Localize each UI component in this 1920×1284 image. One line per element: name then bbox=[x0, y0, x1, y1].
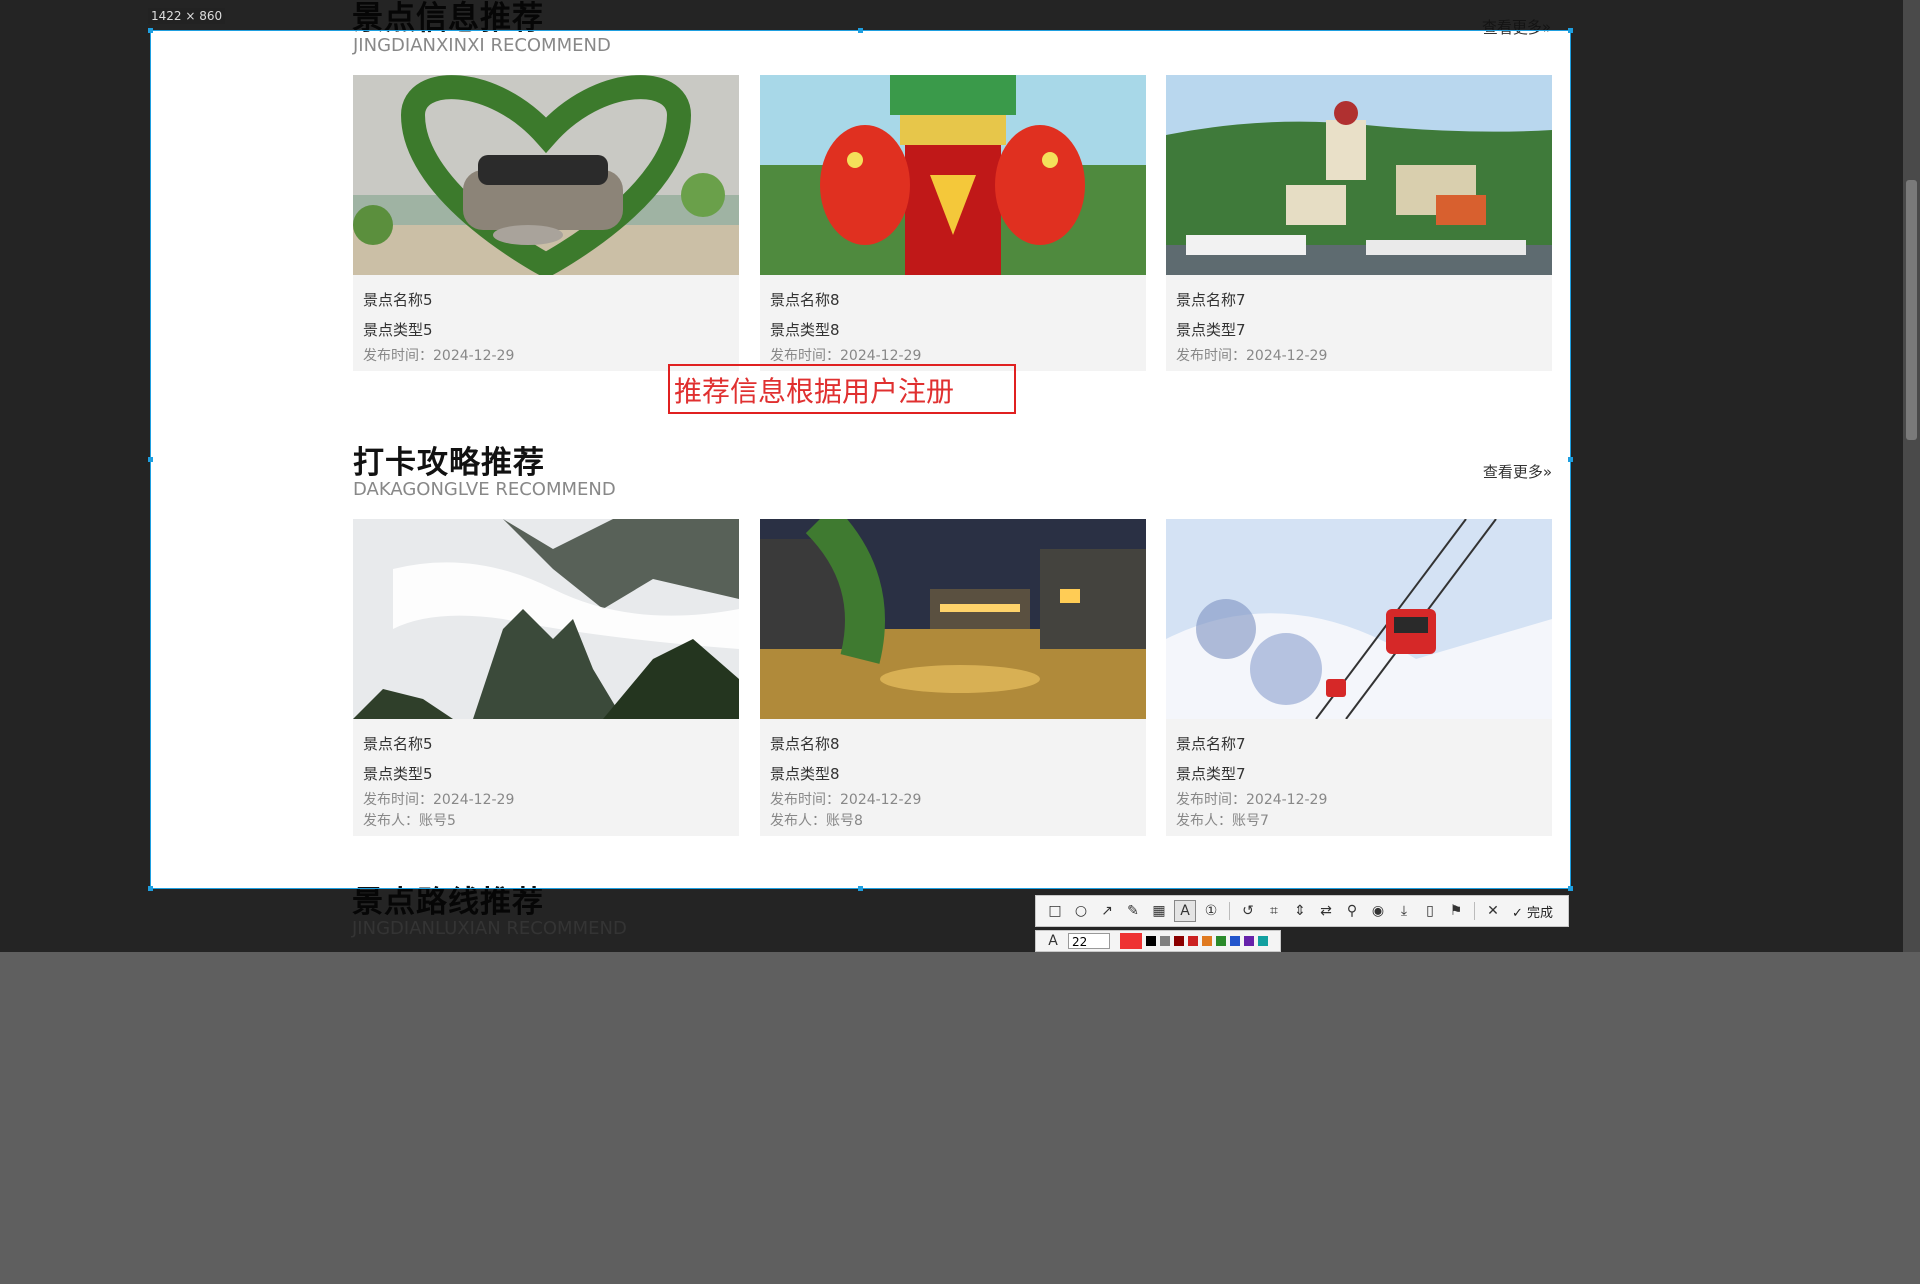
color-swatch[interactable] bbox=[1160, 936, 1170, 946]
screenshot-toolbar: □ ○ ↗ ✎ ▦ A ① ↺ ⌗ ⇕ ⇄ ⚲ ◉ ⤓ ▯ ⚑ ✕ ✓ 完成 bbox=[1035, 895, 1569, 927]
publisher-name: 发布人：账号7 bbox=[1176, 813, 1269, 829]
resize-handle[interactable] bbox=[858, 28, 863, 33]
publisher-name: 发布人：账号5 bbox=[363, 813, 456, 829]
publish-time: 发布时间：2024-12-29 bbox=[770, 792, 922, 808]
resize-handle[interactable] bbox=[1568, 886, 1573, 891]
done-button[interactable]: ✓ 完成 bbox=[1512, 902, 1553, 921]
publisher-name: 发布人：账号8 bbox=[770, 813, 863, 829]
translate-tool-icon[interactable]: ⇄ bbox=[1315, 900, 1337, 922]
view-more-link[interactable]: 查看更多» bbox=[1483, 461, 1552, 482]
section-subtitle: JINGDIANLUXIAN RECOMMEND bbox=[352, 918, 627, 939]
record-tool-icon[interactable]: ◉ bbox=[1367, 900, 1389, 922]
attraction-card[interactable]: 景点名称8 景点类型8 发布时间：2024-12-29 bbox=[760, 75, 1146, 371]
undo-tool-icon[interactable]: ↺ bbox=[1237, 900, 1259, 922]
recommend-section: 景点路线推荐JINGDIANLUXIAN RECOMMEND查看更多» bbox=[353, 845, 1552, 888]
section-title: 景点路线推荐 bbox=[353, 877, 545, 888]
section-title: 打卡攻略推荐 bbox=[353, 445, 545, 481]
attraction-type: 景点类型7 bbox=[1176, 321, 1246, 339]
attraction-card[interactable]: 景点名称7 景点类型7 发布时间：2024-12-29 发布人：账号7 bbox=[1166, 519, 1552, 836]
color-swatch[interactable] bbox=[1174, 936, 1184, 946]
resize-handle[interactable] bbox=[148, 28, 153, 33]
color-swatch[interactable] bbox=[1216, 936, 1226, 946]
color-swatch[interactable] bbox=[1258, 936, 1268, 946]
cancel-tool-icon[interactable]: ✕ bbox=[1482, 900, 1504, 922]
text-style-toolbar: A 22 bbox=[1035, 930, 1281, 952]
attraction-name: 景点名称8 bbox=[770, 735, 840, 753]
pin-tool-icon[interactable]: ⚲ bbox=[1341, 900, 1363, 922]
attraction-card[interactable]: 景点名称8 景点类型8 发布时间：2024-12-29 发布人：账号8 bbox=[760, 519, 1146, 836]
font-size-select[interactable]: 22 bbox=[1068, 933, 1110, 949]
publish-time: 发布时间：2024-12-29 bbox=[363, 348, 515, 364]
publish-time: 发布时间：2024-12-29 bbox=[770, 348, 922, 364]
section-subtitle: DAKAGONGLVE RECOMMEND bbox=[353, 479, 616, 500]
attraction-photo[interactable] bbox=[353, 519, 739, 719]
attraction-name: 景点名称8 bbox=[770, 291, 840, 309]
attraction-card[interactable]: 景点名称5 景点类型5 发布时间：2024-12-29 bbox=[353, 75, 739, 371]
ocr-tool-icon[interactable]: ⌗ bbox=[1263, 900, 1285, 922]
recommend-section: 景点信息推荐JINGDIANXINXI RECOMMEND查看更多»景点名称5景… bbox=[353, 31, 1552, 401]
color-swatch[interactable] bbox=[1230, 936, 1240, 946]
ellipse-tool-icon[interactable]: ○ bbox=[1070, 900, 1092, 922]
attraction-type: 景点类型5 bbox=[363, 765, 433, 783]
attraction-name: 景点名称5 bbox=[363, 291, 433, 309]
resize-handle[interactable] bbox=[858, 886, 863, 891]
attraction-photo[interactable] bbox=[760, 519, 1146, 719]
attraction-name: 景点名称5 bbox=[363, 735, 433, 753]
current-color-swatch[interactable] bbox=[1120, 933, 1142, 949]
scroll-tool-icon[interactable]: ⇕ bbox=[1289, 900, 1311, 922]
attraction-photo[interactable] bbox=[1166, 75, 1552, 275]
long-tool-icon[interactable]: ▯ bbox=[1419, 900, 1441, 922]
attraction-name: 景点名称7 bbox=[1176, 735, 1246, 753]
text-tool-icon[interactable]: A bbox=[1174, 900, 1196, 922]
attraction-type: 景点类型7 bbox=[1176, 765, 1246, 783]
bookmark-tool-icon[interactable]: ⚑ bbox=[1445, 900, 1467, 922]
attraction-type: 景点类型8 bbox=[770, 321, 840, 339]
view-more-link[interactable]: 查看更多» bbox=[1483, 31, 1552, 38]
selection-size-badge: 1422 × 860 bbox=[148, 8, 226, 24]
done-label: 完成 bbox=[1527, 905, 1554, 921]
toolbar-separator bbox=[1229, 902, 1230, 920]
color-swatch[interactable] bbox=[1188, 936, 1198, 946]
scrollbar[interactable] bbox=[1903, 0, 1920, 952]
publish-time: 发布时间：2024-12-29 bbox=[1176, 792, 1328, 808]
font-size-icon: A bbox=[1048, 933, 1058, 949]
attraction-photo[interactable] bbox=[1166, 519, 1552, 719]
attraction-card[interactable]: 景点名称5 景点类型5 发布时间：2024-12-29 发布人：账号5 bbox=[353, 519, 739, 836]
attraction-name: 景点名称7 bbox=[1176, 291, 1246, 309]
annotation-text[interactable]: 推荐信息根据用户注册 bbox=[674, 370, 954, 410]
scrollbar-thumb[interactable] bbox=[1906, 180, 1917, 440]
attraction-type: 景点类型8 bbox=[770, 765, 840, 783]
arrow-tool-icon[interactable]: ↗ bbox=[1096, 900, 1118, 922]
resize-handle[interactable] bbox=[148, 886, 153, 891]
mosaic-tool-icon[interactable]: ▦ bbox=[1148, 900, 1170, 922]
pen-tool-icon[interactable]: ✎ bbox=[1122, 900, 1144, 922]
rect-tool-icon[interactable]: □ bbox=[1044, 900, 1066, 922]
number-tool-icon[interactable]: ① bbox=[1200, 900, 1222, 922]
resize-handle[interactable] bbox=[1568, 457, 1573, 462]
resize-handle[interactable] bbox=[1568, 28, 1573, 33]
section-subtitle: JINGDIANXINXI RECOMMEND bbox=[353, 35, 611, 56]
toolbar-separator bbox=[1474, 902, 1475, 920]
resize-handle[interactable] bbox=[148, 457, 153, 462]
color-swatch[interactable] bbox=[1244, 936, 1254, 946]
attraction-photo[interactable] bbox=[353, 75, 739, 275]
publish-time: 发布时间：2024-12-29 bbox=[1176, 348, 1328, 364]
attraction-card[interactable]: 景点名称7 景点类型7 发布时间：2024-12-29 bbox=[1166, 75, 1552, 371]
attraction-photo[interactable] bbox=[760, 75, 1146, 275]
attraction-type: 景点类型5 bbox=[363, 321, 433, 339]
publish-time: 发布时间：2024-12-29 bbox=[363, 792, 515, 808]
capture-selection[interactable]: 景点信息推荐JINGDIANXINXI RECOMMEND查看更多»景点名称5景… bbox=[150, 30, 1571, 889]
recommend-section: 打卡攻略推荐DAKAGONGLVE RECOMMEND 查看更多» 景点名称5 景点类… bbox=[353, 405, 1552, 845]
color-swatch[interactable] bbox=[1202, 936, 1212, 946]
color-swatch[interactable] bbox=[1146, 936, 1156, 946]
save-tool-icon[interactable]: ⤓ bbox=[1393, 900, 1415, 922]
